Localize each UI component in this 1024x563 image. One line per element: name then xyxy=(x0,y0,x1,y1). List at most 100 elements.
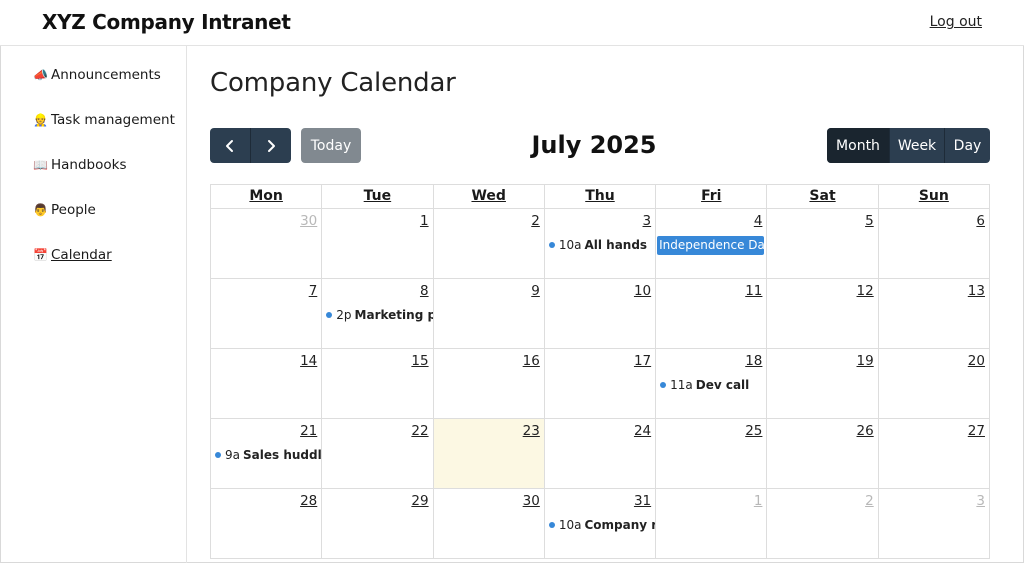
day-number-link[interactable]: 6 xyxy=(976,213,985,229)
day-view-button[interactable]: Day xyxy=(944,128,990,163)
day-number-link[interactable]: 2 xyxy=(865,493,874,509)
day-cell[interactable]: 6 xyxy=(878,209,990,279)
day-number-link[interactable]: 16 xyxy=(523,353,540,369)
day-number-link[interactable]: 1 xyxy=(754,493,763,509)
day-cell[interactable]: 11 xyxy=(656,279,768,349)
day-cell[interactable]: 19 xyxy=(767,349,879,419)
day-cell[interactable]: 22 xyxy=(322,419,434,489)
weekday-header-fri[interactable]: Fri xyxy=(656,185,768,209)
day-cell[interactable]: 3 xyxy=(878,489,990,559)
day-cell[interactable]: 12 xyxy=(767,279,879,349)
day-number-link[interactable]: 8 xyxy=(420,283,429,299)
day-cell[interactable]: 7 xyxy=(211,279,323,349)
calendar-event[interactable]: 2pMarketing pla xyxy=(326,306,433,324)
day-number-link[interactable]: 14 xyxy=(300,353,317,369)
calendar-event[interactable]: 11a Dev call xyxy=(660,376,766,394)
today-button[interactable]: Today xyxy=(301,128,361,163)
day-number-link[interactable]: 27 xyxy=(968,423,985,439)
day-number-link[interactable]: 28 xyxy=(300,493,317,509)
weekday-label: Sun xyxy=(918,188,949,204)
day-cell[interactable]: 27 xyxy=(878,419,990,489)
day-cell[interactable]: 21 9a Sales huddle xyxy=(211,419,323,489)
day-number-link[interactable]: 9 xyxy=(531,283,540,299)
day-number-link[interactable]: 5 xyxy=(865,213,874,229)
day-number-link[interactable]: 31 xyxy=(634,493,651,509)
day-cell[interactable]: 8 2pMarketing pla xyxy=(322,279,434,349)
day-number-link[interactable]: 17 xyxy=(634,353,651,369)
day-number-link[interactable]: 1 xyxy=(420,213,429,229)
day-number-link[interactable]: 20 xyxy=(968,353,985,369)
day-cell[interactable]: 4 Independence Day xyxy=(656,209,768,279)
page-title: Company Calendar xyxy=(210,68,456,98)
sidebar-item-announcements[interactable]: 📣 Announcements xyxy=(33,67,161,83)
next-button[interactable] xyxy=(250,128,291,163)
day-number-link[interactable]: 18 xyxy=(745,353,762,369)
day-cell[interactable]: 3 10a All hands xyxy=(544,209,657,279)
calendar-event[interactable]: 10aCompany ret xyxy=(548,516,655,534)
day-cell[interactable]: 20 xyxy=(878,349,990,419)
weekday-header-wed[interactable]: Wed xyxy=(433,185,545,209)
day-cell[interactable]: 30 xyxy=(433,489,545,559)
day-number-link[interactable]: 23 xyxy=(523,423,540,439)
day-cell[interactable]: 17 xyxy=(544,349,657,419)
day-cell[interactable]: 15 xyxy=(322,349,434,419)
day-cell[interactable]: 31 10aCompany ret xyxy=(544,489,657,559)
all-day-event[interactable]: Independence Day xyxy=(657,236,765,255)
day-number-link[interactable]: 7 xyxy=(309,283,318,299)
worker-icon: 👷 xyxy=(33,113,48,127)
day-cell[interactable]: 1 xyxy=(656,489,768,559)
day-cell[interactable]: 13 xyxy=(878,279,990,349)
day-number-link[interactable]: 30 xyxy=(523,493,540,509)
prev-button[interactable] xyxy=(210,128,250,163)
day-cell[interactable]: 10 xyxy=(544,279,657,349)
day-number-link[interactable]: 15 xyxy=(411,353,428,369)
day-number-link[interactable]: 3 xyxy=(643,213,652,229)
day-cell[interactable]: 28 xyxy=(211,489,323,559)
calendar-event[interactable]: 10a All hands xyxy=(548,236,655,254)
day-number-link[interactable]: 29 xyxy=(411,493,428,509)
day-number-link[interactable]: 2 xyxy=(531,213,540,229)
day-cell[interactable]: 25 xyxy=(656,419,768,489)
week-view-button[interactable]: Week xyxy=(889,128,944,163)
sidebar-item-label: People xyxy=(51,202,96,218)
day-cell[interactable]: 2 xyxy=(433,209,545,279)
day-number-link[interactable]: 21 xyxy=(300,423,317,439)
day-cell[interactable]: 26 xyxy=(767,419,879,489)
weekday-header-sun[interactable]: Sun xyxy=(878,185,990,209)
day-number-link[interactable]: 24 xyxy=(634,423,651,439)
day-number-link[interactable]: 4 xyxy=(754,213,763,229)
weekday-header-thu[interactable]: Thu xyxy=(544,185,657,209)
event-title: Marketing pla xyxy=(354,308,433,322)
calendar-event[interactable]: 9a Sales huddle xyxy=(215,446,321,464)
day-cell[interactable]: 16 xyxy=(433,349,545,419)
day-cell[interactable]: 5 xyxy=(767,209,879,279)
day-cell[interactable]: 18 11a Dev call xyxy=(656,349,768,419)
day-number-link[interactable]: 30 xyxy=(300,213,317,229)
month-view-button[interactable]: Month xyxy=(827,128,889,163)
day-cell[interactable]: 30 xyxy=(211,209,323,279)
day-cell[interactable]: 24 xyxy=(544,419,657,489)
day-number-link[interactable]: 10 xyxy=(634,283,651,299)
day-cell[interactable]: 9 xyxy=(433,279,545,349)
sidebar-item-calendar[interactable]: 📅 Calendar xyxy=(33,247,112,263)
day-number-link[interactable]: 19 xyxy=(857,353,874,369)
day-number-link[interactable]: 25 xyxy=(745,423,762,439)
day-number-link[interactable]: 22 xyxy=(411,423,428,439)
sidebar-item-task-management[interactable]: 👷 Task management xyxy=(33,112,175,128)
weekday-header-sat[interactable]: Sat xyxy=(767,185,879,209)
sidebar-item-handbooks[interactable]: 📖 Handbooks xyxy=(33,157,127,173)
day-cell[interactable]: 14 xyxy=(211,349,323,419)
sidebar-item-people[interactable]: 👨 People xyxy=(33,202,96,218)
day-number-link[interactable]: 11 xyxy=(745,283,762,299)
day-cell-today[interactable]: 23 xyxy=(433,419,545,489)
day-cell[interactable]: 29 xyxy=(322,489,434,559)
day-number-link[interactable]: 26 xyxy=(857,423,874,439)
day-number-link[interactable]: 12 xyxy=(857,283,874,299)
weekday-header-mon[interactable]: Mon xyxy=(211,185,323,209)
day-number-link[interactable]: 3 xyxy=(976,493,985,509)
logout-link[interactable]: Log out xyxy=(930,14,982,30)
weekday-header-tue[interactable]: Tue xyxy=(322,185,434,209)
day-cell[interactable]: 2 xyxy=(767,489,879,559)
day-number-link[interactable]: 13 xyxy=(968,283,985,299)
day-cell[interactable]: 1 xyxy=(322,209,434,279)
